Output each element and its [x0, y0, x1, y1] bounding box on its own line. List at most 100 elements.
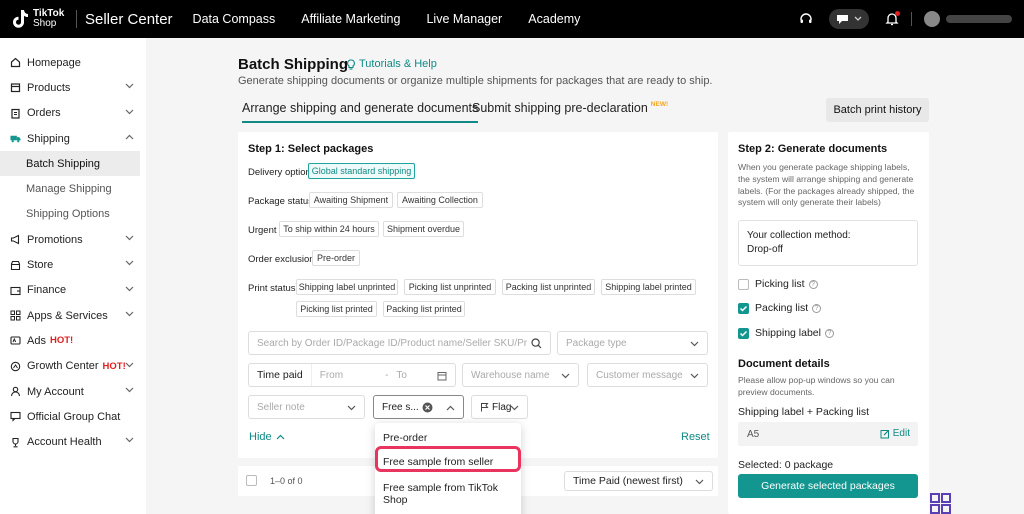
chip-packing-list-unprinted[interactable]: Packing list unprinted [502, 279, 595, 295]
customer-message-select[interactable]: Customer message [587, 363, 708, 387]
chip-awaiting-shipment[interactable]: Awaiting Shipment [309, 192, 393, 208]
chip-picking-list-unprinted[interactable]: Picking list unprinted [404, 279, 496, 295]
search-placeholder: Search by Order ID/Package ID/Product na… [257, 337, 527, 349]
hide-filters-link[interactable]: Hide [249, 431, 285, 443]
sidebar-item-label: Growth Center [27, 360, 99, 373]
chevron-down-icon [561, 373, 570, 379]
time-to-input[interactable]: To [396, 370, 407, 381]
avatar [924, 11, 940, 27]
sidebar-item-my-account[interactable]: My Account [0, 379, 146, 404]
generate-selected-button[interactable]: Generate selected packages [738, 474, 918, 498]
chevron-down-icon [125, 83, 134, 89]
tab-arrange-shipping[interactable]: Arrange shipping and generate documents [242, 101, 479, 123]
help-icon[interactable]: ? [812, 303, 822, 313]
sidebar-item-growth-center[interactable]: Growth Center HOT! [0, 354, 146, 379]
clear-icon[interactable] [422, 402, 433, 413]
batch-print-history-button[interactable]: Batch print history [826, 98, 929, 122]
nav-affiliate-marketing[interactable]: Affiliate Marketing [301, 12, 400, 26]
select-all-checkbox[interactable] [246, 475, 257, 486]
nav-academy[interactable]: Academy [528, 12, 580, 26]
sort-select[interactable]: Time Paid (newest first) [564, 471, 713, 491]
chip-awaiting-collection[interactable]: Awaiting Collection [397, 192, 483, 208]
sidebar-item-ads[interactable]: Ads HOT! [0, 328, 146, 353]
option-shipping-label[interactable]: Shipping label ? [738, 327, 834, 339]
option-picking-list[interactable]: Picking list ? [738, 278, 818, 290]
messages-button[interactable] [829, 9, 869, 29]
sidebar-item-manage-shipping[interactable]: Manage Shipping [0, 176, 146, 201]
sidebar-item-official-group-chat[interactable]: Official Group Chat [0, 404, 146, 429]
warehouse-select[interactable]: Warehouse name [462, 363, 579, 387]
sidebar-item-products[interactable]: Products [0, 75, 146, 100]
sidebar-item-shipping-options[interactable]: Shipping Options [0, 202, 146, 227]
notification-bell-icon[interactable] [883, 10, 901, 28]
search-input[interactable]: Search by Order ID/Package ID/Product na… [248, 331, 551, 355]
chevron-down-icon [347, 405, 356, 411]
chip-picking-list-printed[interactable]: Picking list printed [296, 301, 377, 317]
sidebar-item-promotions[interactable]: Promotions [0, 227, 146, 252]
tutorials-link[interactable]: Tutorials & Help [346, 58, 437, 70]
chip-shipment-overdue[interactable]: Shipment overdue [383, 221, 464, 237]
sidebar-item-label: My Account [27, 385, 84, 398]
sidebar-item-apps-services[interactable]: Apps & Services [0, 303, 146, 328]
chevron-down-icon [854, 16, 862, 21]
chip-shipping-label-printed[interactable]: Shipping label printed [601, 279, 696, 295]
sidebar-item-orders[interactable]: Orders [0, 101, 146, 126]
sidebar-item-store[interactable]: Store [0, 252, 146, 277]
chevron-up-icon [125, 134, 134, 140]
message-icon [836, 15, 848, 24]
help-icon[interactable]: ? [808, 279, 818, 289]
headset-icon[interactable] [797, 10, 815, 28]
order-exclusion-label: Order exclusion [248, 254, 315, 265]
time-from-input[interactable]: From [320, 370, 343, 381]
account-menu[interactable] [924, 9, 1024, 29]
sidebar-item-finance[interactable]: Finance [0, 278, 146, 303]
chip-packing-list-printed[interactable]: Packing list printed [383, 301, 465, 317]
range-dash: - [385, 369, 389, 381]
packing-list-checkbox[interactable] [738, 302, 749, 314]
package-type-select[interactable]: Package type [557, 331, 708, 355]
chip-global-standard-shipping[interactable]: Global standard shipping [308, 163, 415, 179]
document-type: Shipping label + Packing list [738, 406, 870, 418]
picking-list-checkbox[interactable] [738, 278, 749, 290]
chip-shipping-label-unprinted[interactable]: Shipping label unprinted [296, 279, 398, 295]
document-details-title: Document details [738, 358, 830, 370]
chip-pre-order[interactable]: Pre-order [312, 250, 360, 266]
option-label: Packing list [755, 302, 809, 314]
apps-grid-icon[interactable] [930, 493, 952, 514]
chevron-down-icon [690, 373, 699, 379]
sidebar-item-account-health[interactable]: Account Health [0, 429, 146, 454]
user-icon [10, 386, 21, 397]
sidebar-item-label: Orders [27, 107, 61, 120]
help-icon[interactable]: ? [824, 328, 834, 338]
reset-link[interactable]: Reset [681, 431, 710, 443]
flag-icon [481, 403, 489, 412]
flag-select[interactable]: Flag [471, 395, 528, 419]
tab-pre-declaration[interactable]: Submit shipping pre-declaration NEW! [472, 101, 668, 115]
chip-ship-within-24h[interactable]: To ship within 24 hours [279, 221, 379, 237]
sidebar-item-batch-shipping[interactable]: Batch Shipping [0, 151, 140, 177]
nav-data-compass[interactable]: Data Compass [193, 12, 276, 26]
sidebar-item-label: Homepage [27, 56, 81, 69]
dropdown-option-free-sample-seller[interactable]: Free sample from seller [383, 456, 493, 468]
seller-note-select[interactable]: Seller note [248, 395, 365, 419]
dropdown-option-pre-order[interactable]: Pre-order [383, 432, 427, 444]
chevron-down-icon [125, 260, 134, 266]
brand-divider [76, 10, 77, 28]
tutorials-label: Tutorials & Help [359, 58, 437, 70]
customer-message-placeholder: Customer message [596, 369, 683, 381]
edit-button[interactable]: Edit [880, 428, 910, 439]
time-paid-range[interactable]: Time paid From - To [248, 363, 456, 387]
sidebar-item-shipping[interactable]: Shipping [0, 126, 146, 151]
hide-label: Hide [249, 431, 272, 443]
tiktok-shop-logo[interactable]: TikTok Shop [10, 8, 68, 30]
order-type-select[interactable]: Free s... [373, 395, 464, 419]
brand-title[interactable]: Seller Center [85, 11, 173, 28]
sidebar: Homepage Products Orders Shipping Batch … [0, 38, 146, 514]
chevron-up-icon [446, 405, 455, 411]
option-packing-list[interactable]: Packing list ? [738, 302, 822, 314]
page-title: Batch Shipping [238, 56, 348, 73]
sidebar-item-homepage[interactable]: Homepage [0, 50, 146, 75]
nav-live-manager[interactable]: Live Manager [426, 12, 502, 26]
dropdown-option-free-sample-tiktok[interactable]: Free sample from TikTok Shop [383, 482, 521, 506]
shipping-label-checkbox[interactable] [738, 327, 749, 339]
